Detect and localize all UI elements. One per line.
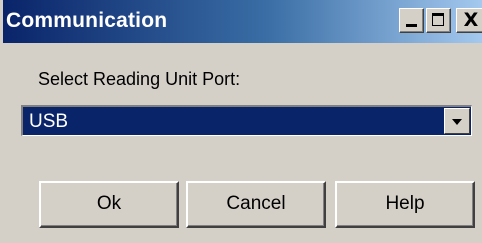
close-button[interactable]: X (456, 8, 482, 33)
port-selected-value: USB (29, 111, 69, 132)
communication-dialog: Communication X Select Reading Unit Port… (0, 0, 482, 243)
close-icon: X (463, 9, 479, 31)
help-button[interactable]: Help (335, 181, 475, 228)
maximize-button[interactable] (426, 8, 451, 33)
port-label: Select Reading Unit Port: (38, 69, 241, 89)
port-select[interactable]: USB (21, 105, 472, 136)
minimize-icon (406, 24, 417, 27)
cancel-button[interactable]: Cancel (186, 181, 326, 228)
maximize-icon (432, 13, 444, 26)
dropdown-button[interactable] (444, 108, 470, 134)
dropdown-arrow-icon (452, 119, 462, 125)
ok-button[interactable]: Ok (39, 181, 179, 228)
title-bar[interactable]: Communication X (3, 0, 482, 43)
minimize-button[interactable] (399, 8, 424, 33)
window-title: Communication (6, 9, 168, 32)
